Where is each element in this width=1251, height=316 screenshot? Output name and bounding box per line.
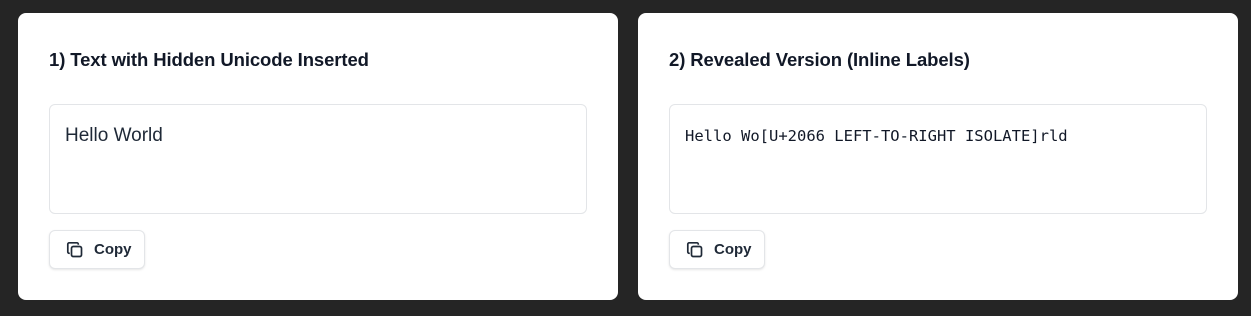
panel-title: 1) Text with Hidden Unicode Inserted [49,49,369,70]
panel-title: 2) Revealed Version (Inline Labels) [669,49,970,70]
copy-button[interactable]: Copy [49,230,145,269]
hidden-text-output[interactable]: Hello World [49,104,587,214]
revealed-text-output[interactable]: Hello Wo[U+2066 LEFT-TO-RIGHT ISOLATE]rl… [669,104,1207,214]
copy-button-label: Copy [714,241,752,258]
app-canvas: 1) Text with Hidden Unicode Inserted Hel… [0,0,1251,316]
copy-icon [685,240,705,260]
revealed-version-panel: 2) Revealed Version (Inline Labels) Hell… [638,13,1238,300]
hidden-unicode-panel: 1) Text with Hidden Unicode Inserted Hel… [18,13,618,300]
copy-button-label: Copy [94,241,132,258]
copy-button[interactable]: Copy [669,230,765,269]
revealed-text-value: Hello Wo[U+2066 LEFT-TO-RIGHT ISOLATE]rl… [685,127,1068,145]
copy-icon [65,240,85,260]
hidden-text-value: Hello World [65,125,163,146]
